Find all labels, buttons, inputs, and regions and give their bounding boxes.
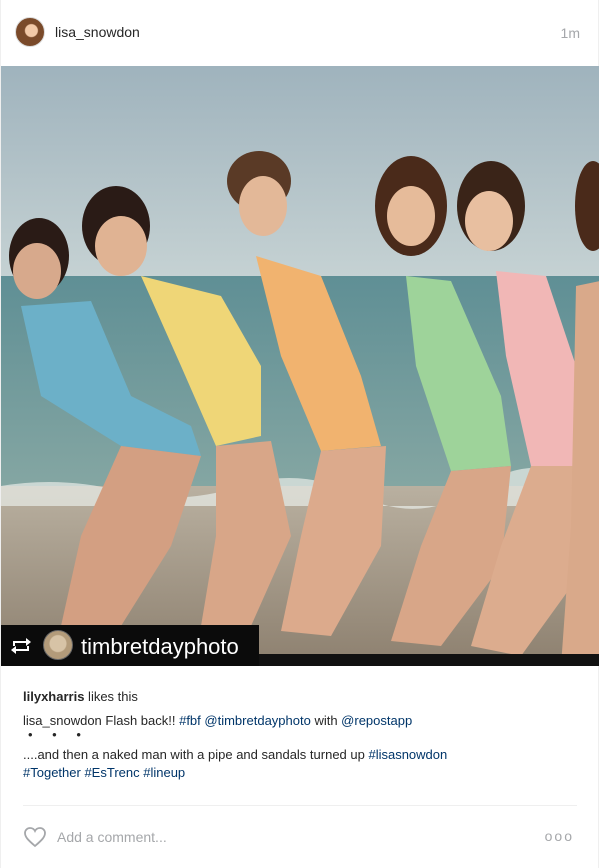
photo-illustration xyxy=(1,66,599,666)
post-username[interactable]: lisa_snowdon xyxy=(55,24,140,40)
post-photo[interactable]: timbretdayphoto xyxy=(1,66,599,666)
caption-text-1: Flash back!! xyxy=(101,713,180,728)
more-options-icon[interactable]: ooo xyxy=(545,828,574,844)
likes-line: lilyxharris likes this xyxy=(23,689,138,704)
instagram-post: lisa_snowdon 1m timbretdayphoto lilyxhar… xyxy=(0,0,599,868)
post-header: lisa_snowdon 1m xyxy=(1,0,599,66)
mention-repostapp[interactable]: @repostapp xyxy=(341,713,412,728)
comment-divider xyxy=(23,805,577,806)
caption: lisa_snowdon Flash back!! #fbf @timbretd… xyxy=(23,712,583,782)
repost-icon xyxy=(11,638,31,654)
hashtag-estrenc[interactable]: #EsTrenc xyxy=(84,765,139,780)
liker-username[interactable]: lilyxharris xyxy=(23,689,84,704)
hashtag-lineup[interactable]: #lineup xyxy=(143,765,185,780)
repost-username: timbretdayphoto xyxy=(81,634,239,659)
heart-icon[interactable] xyxy=(23,826,47,848)
hashtag-lisasnowdon[interactable]: #lisasnowdon xyxy=(368,747,447,762)
hashtag-fbf[interactable]: #fbf xyxy=(179,713,201,728)
repost-avatar xyxy=(43,630,73,660)
caption-author[interactable]: lisa_snowdon xyxy=(23,713,102,728)
post-timestamp[interactable]: 1m xyxy=(561,25,580,41)
hashtag-together[interactable]: #Together xyxy=(23,765,81,780)
likes-text: likes this xyxy=(84,689,138,704)
comment-input[interactable] xyxy=(57,826,517,848)
caption-with: with xyxy=(310,713,342,728)
repost-banner[interactable]: timbretdayphoto xyxy=(1,625,259,666)
caption-dots: • • • xyxy=(28,727,89,742)
mention-timbretdayphoto[interactable]: @timbretdayphoto xyxy=(204,713,310,728)
profile-avatar[interactable] xyxy=(15,17,45,47)
caption-text-3: ....and then a naked man with a pipe and… xyxy=(23,747,369,762)
